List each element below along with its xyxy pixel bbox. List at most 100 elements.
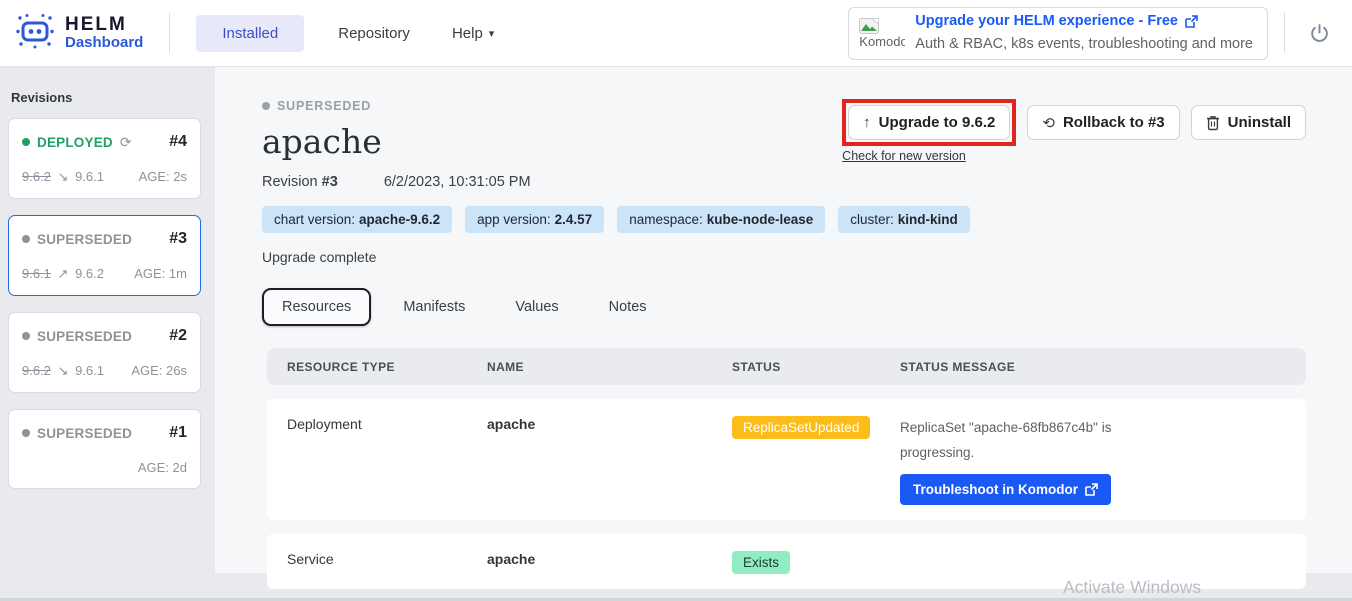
external-link-icon (1085, 483, 1098, 496)
release-detail-panel: SUPERSEDED apache Revision #3 6/2/2023, … (215, 67, 1352, 573)
banner-title-text: Upgrade your HELM experience - Free (915, 11, 1178, 32)
banner-alt-text: Komodor (859, 34, 905, 49)
status-badge: Exists (732, 551, 790, 574)
revision-info: Revision #3 6/2/2023, 10:31:05 PM (262, 174, 531, 190)
banner-subtitle: Auth & RBAC, k8s events, troubleshooting… (915, 36, 1253, 52)
logo-text-dashboard: Dashboard (65, 35, 143, 51)
revisions-heading: Revisions (11, 90, 215, 105)
release-title: apache (262, 122, 531, 161)
arrow-up-right-icon: ↗ (58, 266, 69, 281)
version-change: 9.6.1 ↗ 9.6.2 (22, 266, 104, 282)
reload-icon: ⟳ (120, 134, 132, 151)
revision-status: SUPERSEDED (37, 426, 132, 441)
version-change: 9.6.2 ↘ 9.6.1 (22, 363, 104, 379)
status-dot (262, 102, 270, 110)
helm-dashboard-logo[interactable]: HELM Dashboard (14, 10, 143, 57)
power-icon (1309, 23, 1330, 44)
chart-version-chip: chart version:apache-9.6.2 (262, 206, 452, 233)
revision-card-1[interactable]: SUPERSEDED #1 AGE: 2d (8, 409, 201, 489)
helm-logo-icon (14, 10, 56, 57)
troubleshoot-label: Troubleshoot in Komodor (913, 482, 1078, 497)
revision-age: AGE: 2s (139, 169, 187, 185)
footer-strip: Activate Windows (0, 573, 1352, 598)
namespace-chip: namespace:kube-node-lease (617, 206, 825, 233)
revision-card-4[interactable]: DEPLOYED ⟳ #4 9.6.2 ↘ 9.6.1 AGE: 2s (8, 118, 201, 199)
status-badge: ReplicaSetUpdated (732, 416, 870, 439)
trash-icon (1206, 115, 1220, 131)
status-dot (22, 138, 30, 146)
table-header: RESOURCE TYPE NAME STATUS STATUS MESSAGE (267, 348, 1306, 385)
revision-status: DEPLOYED (37, 135, 113, 150)
table-row: Deployment apache ReplicaSetUpdated Repl… (267, 399, 1306, 520)
uninstall-button[interactable]: Uninstall (1191, 105, 1306, 140)
release-summary: SUPERSEDED apache Revision #3 6/2/2023, … (262, 99, 531, 190)
rollback-button-label: Rollback to #3 (1063, 114, 1165, 131)
top-navbar: HELM Dashboard Installed Repository Help… (0, 0, 1352, 67)
status-message-cell: ReplicaSet "apache-68fb867c4b" is progre… (880, 399, 1306, 520)
resource-status-cell: ReplicaSetUpdated (712, 399, 880, 520)
tab-manifests[interactable]: Manifests (385, 290, 483, 324)
revision-age: AGE: 26s (131, 363, 187, 379)
release-actions: ↑ Upgrade to 9.6.2 Check for new version… (842, 99, 1306, 163)
broken-image-icon (859, 18, 879, 34)
logo-text-helm: HELM (65, 15, 143, 35)
col-status-message: STATUS MESSAGE (880, 360, 1306, 374)
status-dot (22, 332, 30, 340)
col-status: STATUS (712, 360, 880, 374)
check-new-version-link[interactable]: Check for new version (842, 149, 966, 163)
revision-number: #3 (322, 174, 338, 190)
komodor-broken-image: Komodor (859, 18, 905, 49)
resources-table: RESOURCE TYPE NAME STATUS STATUS MESSAGE… (267, 348, 1306, 589)
nav-item-help[interactable]: Help ▾ (434, 15, 512, 52)
troubleshoot-komodor-button[interactable]: Troubleshoot in Komodor (900, 474, 1111, 505)
cluster-chip: cluster:kind-kind (838, 206, 970, 233)
revision-status: SUPERSEDED (37, 232, 132, 247)
revision-card-2[interactable]: SUPERSEDED #2 9.6.2 ↘ 9.6.1 AGE: 26s (8, 312, 201, 393)
chevron-down-icon: ▾ (489, 27, 495, 40)
revision-number: #4 (169, 133, 187, 151)
col-resource-type: RESOURCE TYPE (267, 360, 467, 374)
status-dot (22, 429, 30, 437)
arrow-up-icon: ↑ (863, 114, 871, 131)
revisions-sidebar: Revisions DEPLOYED ⟳ #4 9.6.2 ↘ 9.6.1 AG… (0, 67, 215, 573)
nav-item-repository[interactable]: Repository (314, 15, 434, 52)
detail-tabs: Resources Manifests Values Notes (262, 288, 1306, 326)
shutdown-button[interactable] (1301, 19, 1338, 48)
activate-windows-watermark: Activate Windows (1063, 577, 1201, 598)
status-dot (22, 235, 30, 243)
rollback-button[interactable]: ⟲ Rollback to #3 (1027, 105, 1179, 140)
revision-number: #3 (169, 230, 187, 248)
arrow-down-right-icon: ↘ (58, 169, 69, 184)
navbar-divider (1284, 13, 1285, 53)
tab-values[interactable]: Values (497, 290, 576, 324)
resource-name-cell: apache (467, 399, 712, 520)
resource-type-cell: Deployment (267, 399, 467, 520)
revision-age: AGE: 1m (134, 266, 187, 282)
app-version-chip: app version:2.4.57 (465, 206, 604, 233)
banner-upgrade-link[interactable]: Upgrade your HELM experience - Free (915, 11, 1253, 32)
upgrade-highlight-box: ↑ Upgrade to 9.6.2 (842, 99, 1016, 146)
status-message-text: ReplicaSet "apache-68fb867c4b" is progre… (900, 416, 1155, 466)
release-metadata-chips: chart version:apache-9.6.2 app version:2… (262, 206, 1306, 233)
revision-datetime: 6/2/2023, 10:31:05 PM (384, 174, 531, 190)
release-description: Upgrade complete (262, 249, 1306, 265)
tab-notes[interactable]: Notes (591, 290, 665, 324)
external-link-icon (1185, 15, 1198, 28)
revision-number: #1 (169, 424, 187, 442)
tab-resources[interactable]: Resources (262, 288, 371, 326)
help-label: Help (452, 25, 483, 42)
revision-card-3[interactable]: SUPERSEDED #3 9.6.1 ↗ 9.6.2 AGE: 1m (8, 215, 201, 296)
version-change: 9.6.2 ↘ 9.6.1 (22, 169, 104, 185)
arrow-down-right-icon: ↘ (58, 363, 69, 378)
release-status-label: SUPERSEDED (277, 99, 371, 113)
revision-status: SUPERSEDED (37, 329, 132, 344)
navbar-divider (169, 13, 170, 53)
komodor-promo-banner[interactable]: Komodor Upgrade your HELM experience - F… (848, 7, 1268, 60)
revision-number: #2 (169, 327, 187, 345)
upgrade-button[interactable]: ↑ Upgrade to 9.6.2 (848, 105, 1010, 140)
nav-item-installed[interactable]: Installed (196, 15, 304, 52)
uninstall-button-label: Uninstall (1228, 114, 1291, 131)
revision-age: AGE: 2d (138, 460, 187, 475)
rollback-icon: ⟲ (1042, 114, 1055, 132)
col-name: NAME (467, 360, 712, 374)
